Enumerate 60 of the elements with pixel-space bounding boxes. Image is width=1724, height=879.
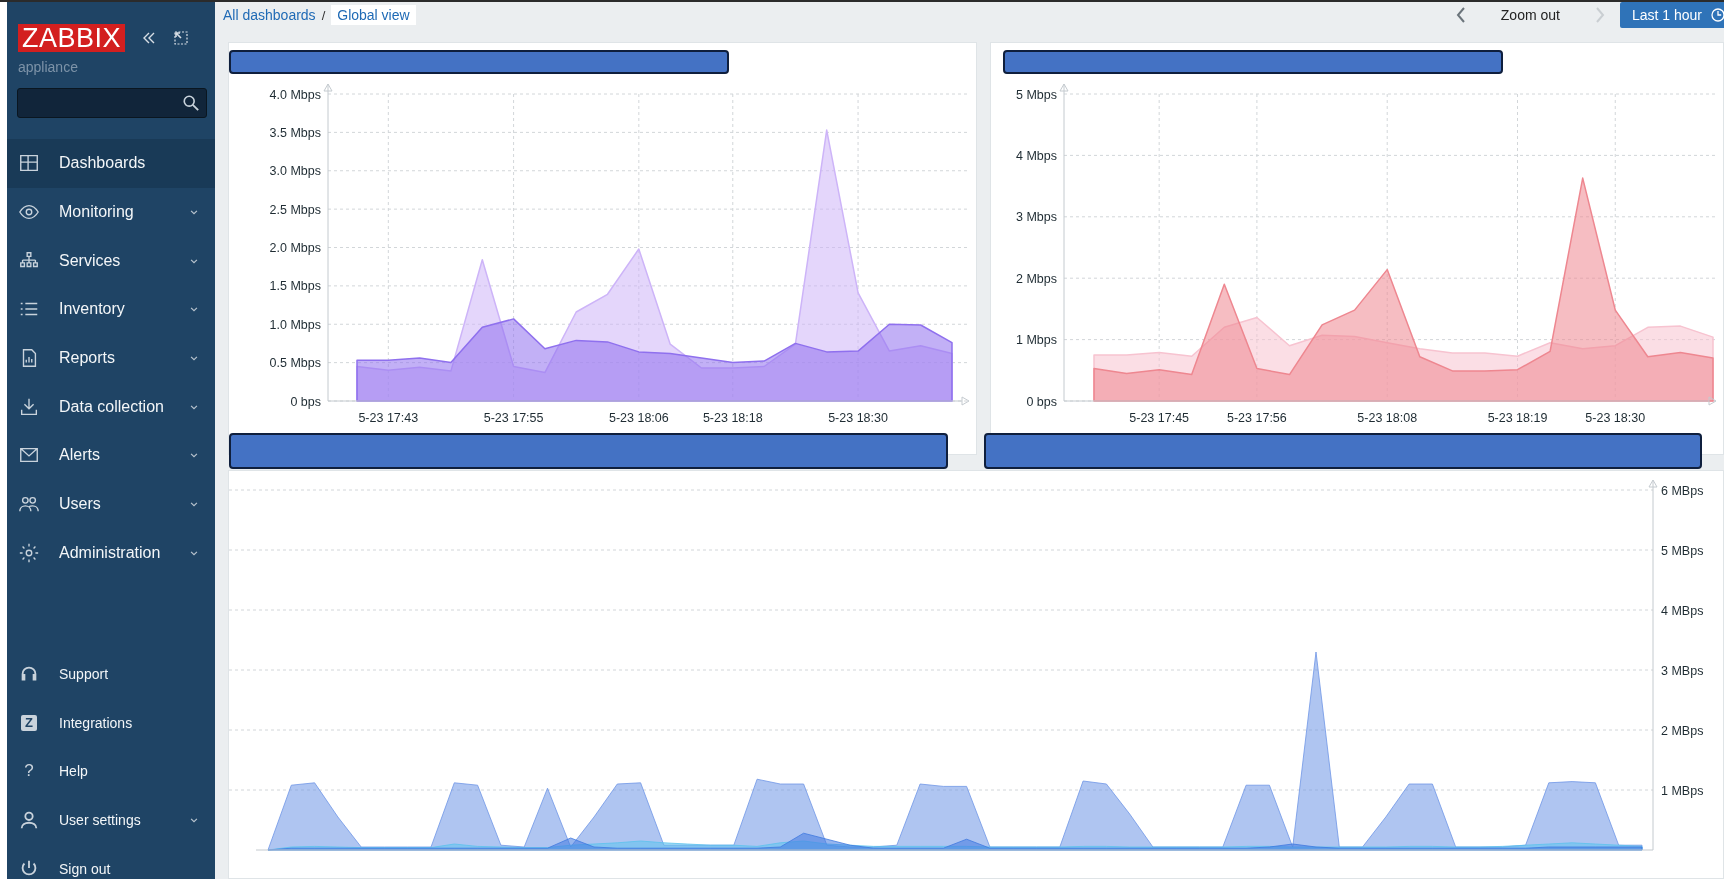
breadcrumb-link[interactable]: Global view — [331, 5, 416, 25]
help-icon: ? — [18, 761, 40, 782]
axis-label: 0.5 Mbps — [269, 356, 321, 371]
axis-label: 0 bps — [290, 394, 321, 409]
axis-label: 5-23 18:30 — [1585, 411, 1646, 425]
axis-label: 4.0 Mbps — [269, 87, 321, 102]
axis-label: 3.0 Mbps — [269, 164, 321, 179]
nav-item[interactable]: Dashboards — [7, 139, 215, 188]
axis-label: 2.0 Mbps — [269, 241, 321, 255]
nav-item[interactable]: Reports — [7, 333, 215, 383]
axis-label: 5-23 17:45 — [1129, 411, 1190, 425]
nav-item[interactable]: Users — [7, 479, 215, 529]
nav-item[interactable]: ? Help — [7, 746, 215, 796]
axis-label: 0 bps — [1026, 394, 1057, 409]
zoom-out-button[interactable]: Zoom out — [1480, 7, 1580, 23]
settings-icon — [18, 541, 40, 564]
nav-item[interactable]: Inventory — [7, 285, 215, 334]
nav-item[interactable]: Alerts — [7, 431, 215, 480]
integrations-icon: Z — [21, 714, 37, 731]
nav-item[interactable]: Support — [7, 649, 215, 699]
axis-label: 5-23 17:43 — [358, 411, 419, 425]
axis-label: 5-23 18:19 — [1487, 411, 1548, 425]
axis-label: 5-23 18:30 — [828, 411, 888, 425]
axis-label: 4 MBps — [1661, 603, 1704, 618]
nav-item[interactable]: Administration — [7, 528, 215, 578]
logo[interactable]: ZABBIX — [18, 24, 126, 52]
breadcrumb-separator: / — [321, 7, 326, 23]
axis-label: 5 MBps — [1661, 543, 1704, 558]
clock-icon — [1710, 7, 1724, 23]
axis-label: 5-23 17:56 — [1227, 411, 1287, 425]
axis-label: 3.5 Mbps — [269, 125, 321, 140]
search-icon[interactable] — [182, 94, 200, 112]
axis-label: 3 MBps — [1661, 663, 1704, 678]
axis-label: 5 Mbps — [1016, 87, 1057, 102]
axis-label: 1.0 Mbps — [269, 317, 321, 332]
axis-label: 1 Mbps — [1016, 333, 1057, 348]
nav-item[interactable]: Services — [7, 236, 215, 286]
axis-label: 5-23 18:06 — [608, 411, 669, 425]
axis-label: 1.5 Mbps — [269, 279, 321, 294]
search-field[interactable] — [17, 88, 207, 118]
previous-icon[interactable] — [1454, 5, 1467, 25]
server-name: appliance — [18, 59, 79, 75]
axis-label: 5-23 18:08 — [1357, 411, 1418, 425]
nav-item[interactable]: Z Integrations — [7, 698, 215, 747]
nav-item[interactable]: Sign out — [7, 844, 215, 879]
nav-item[interactable]: Monitoring — [7, 187, 215, 237]
axis-label: 5-23 17:55 — [483, 411, 544, 425]
nav-item[interactable]: User settings — [7, 795, 215, 845]
axis-label: 2 MBps — [1661, 723, 1704, 738]
nav-item[interactable]: Data collection — [7, 382, 215, 432]
axis-label: 5-23 18:18 — [702, 411, 763, 425]
axis-label: 2 Mbps — [1016, 271, 1057, 286]
kiosk-icon[interactable] — [173, 30, 190, 46]
axis-label: 2.5 Mbps — [269, 202, 321, 217]
time-period-button[interactable]: Last 1 hour — [1619, 2, 1724, 28]
axis-label: 6 MBps — [1661, 483, 1704, 498]
axis-label: 4 Mbps — [1016, 148, 1057, 163]
axis-label: 3 Mbps — [1016, 210, 1057, 225]
axis-label: 1 MBps — [1661, 783, 1704, 798]
breadcrumb-link[interactable]: All dashboards — [223, 7, 316, 23]
